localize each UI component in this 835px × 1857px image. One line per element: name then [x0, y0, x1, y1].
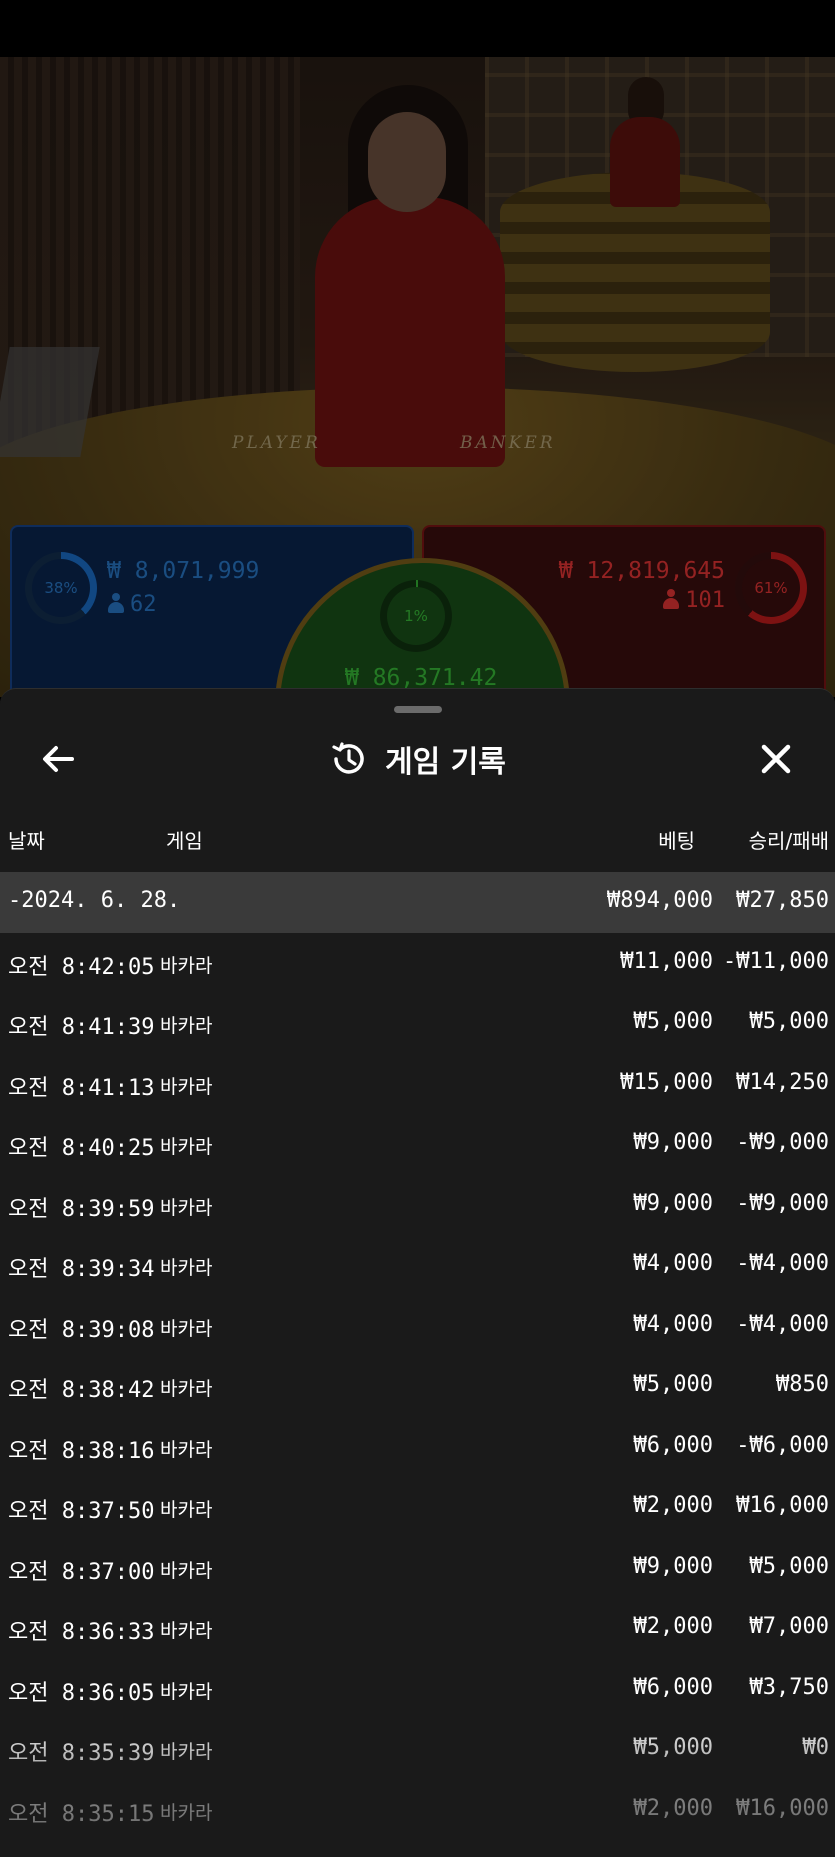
column-header-game: 게임	[166, 829, 203, 853]
row-game: 바카라	[160, 1620, 213, 1642]
row-result: ₩16,000	[736, 1795, 829, 1821]
row-time: 오전 8:39:34	[8, 1257, 155, 1282]
row-bet: ₩5,000	[633, 1009, 713, 1034]
summary-result: ₩27,850	[736, 888, 829, 913]
column-header-result: 승리/패배	[748, 829, 829, 853]
history-row[interactable]: 오전 8:39:59 바카라 ₩9,000 -₩9,000	[0, 1175, 835, 1236]
row-bet: ₩15,000	[620, 1069, 713, 1095]
row-time: 오전 8:37:50	[8, 1499, 155, 1524]
history-row[interactable]: 오전 8:35:15 바카라 ₩2,000 ₩16,000	[0, 1780, 835, 1841]
row-result: ₩5,000	[749, 1553, 829, 1579]
row-bet: ₩4,000	[633, 1311, 713, 1337]
row-game: 바카라	[160, 1257, 213, 1279]
row-time: 오전 8:39:59	[8, 1196, 155, 1222]
history-row[interactable]: 오전 8:36:05 바카라 ₩6,000 ₩3,750	[0, 1659, 835, 1720]
row-result: -₩4,000	[736, 1311, 829, 1337]
history-row[interactable]: 오전 8:39:08 바카라 ₩4,000 -₩4,000	[0, 1296, 835, 1357]
row-game: 바카라	[160, 1680, 213, 1703]
status-bar	[0, 0, 835, 57]
row-result: ₩0	[802, 1735, 830, 1760]
column-header-bet: 베팅	[658, 829, 695, 853]
history-row[interactable]: 오전 8:38:42 바카라 ₩5,000 ₩850	[0, 1356, 835, 1417]
row-bet: ₩11,000	[620, 948, 713, 974]
row-game: 바카라	[160, 1075, 213, 1098]
row-result: -₩11,000	[723, 948, 829, 974]
drag-handle[interactable]	[394, 706, 442, 713]
row-result: ₩7,000	[749, 1614, 829, 1639]
history-row[interactable]: 오전 8:41:39 바카라 ₩5,000 ₩5,000	[0, 993, 835, 1054]
history-row[interactable]: 오전 8:38:16 바카라 ₩6,000 -₩6,000	[0, 1417, 835, 1478]
row-time: 오전 8:38:42	[8, 1378, 155, 1403]
history-list: -2024. 6. 28. ₩894,000 ₩27,850 오전 8:42:0…	[0, 872, 835, 1840]
row-time: 오전 8:38:16	[8, 1438, 155, 1464]
row-game: 바카라	[160, 1136, 213, 1158]
row-result: ₩14,250	[736, 1069, 829, 1095]
row-bet: ₩6,000	[633, 1432, 713, 1458]
row-game: 바카라	[160, 1801, 213, 1824]
row-time: 오전 8:37:00	[8, 1559, 155, 1585]
row-bet: ₩5,000	[633, 1735, 713, 1760]
column-header-date: 날짜	[8, 829, 45, 853]
row-result: ₩850	[776, 1372, 829, 1397]
row-time: 오전 8:42:05	[8, 954, 155, 980]
row-bet: ₩6,000	[633, 1674, 713, 1700]
row-time: 오전 8:41:13	[8, 1075, 155, 1101]
row-result: -₩9,000	[736, 1130, 829, 1155]
history-clock-icon	[332, 742, 364, 774]
row-time: 오전 8:36:05	[8, 1680, 155, 1706]
close-icon	[761, 744, 791, 774]
history-row[interactable]: 오전 8:41:13 바카라 ₩15,000 ₩14,250	[0, 1054, 835, 1115]
row-time: 오전 8:41:39	[8, 1015, 155, 1040]
row-time: 오전 8:35:15	[8, 1801, 155, 1827]
row-time: 오전 8:36:33	[8, 1620, 155, 1645]
row-bet: ₩5,000	[633, 1372, 713, 1397]
row-result: -₩9,000	[736, 1190, 829, 1216]
row-game: 바카라	[160, 1438, 213, 1461]
sheet-title: 게임 기록	[0, 733, 835, 785]
row-bet: ₩2,000	[633, 1493, 713, 1518]
row-result: -₩6,000	[736, 1432, 829, 1458]
history-row[interactable]: 오전 8:42:05 바카라 ₩11,000 -₩11,000	[0, 933, 835, 994]
row-time: 오전 8:35:39	[8, 1741, 155, 1766]
row-result: -₩4,000	[736, 1251, 829, 1276]
row-game: 바카라	[160, 1741, 213, 1763]
row-bet: ₩2,000	[633, 1795, 713, 1821]
date-summary-row[interactable]: -2024. 6. 28. ₩894,000 ₩27,850	[0, 872, 835, 933]
row-game: 바카라	[160, 1196, 213, 1219]
row-game: 바카라	[160, 1499, 213, 1521]
history-row[interactable]: 오전 8:35:39 바카라 ₩5,000 ₩0	[0, 1719, 835, 1780]
close-button[interactable]	[752, 735, 800, 783]
summary-date: -2024. 6. 28.	[8, 888, 181, 913]
row-game: 바카라	[160, 1317, 213, 1340]
row-result: ₩16,000	[736, 1493, 829, 1518]
history-row[interactable]: 오전 8:37:50 바카라 ₩2,000 ₩16,000	[0, 1477, 835, 1538]
row-game: 바카라	[160, 1559, 213, 1582]
summary-bet: ₩894,000	[607, 888, 713, 913]
row-time: 오전 8:39:08	[8, 1317, 155, 1343]
row-bet: ₩9,000	[633, 1553, 713, 1579]
game-history-sheet: 게임 기록 날짜 게임 베팅 승리/패배 -2024. 6. 28. ₩894,…	[0, 688, 835, 1857]
history-row[interactable]: 오전 8:36:33 바카라 ₩2,000 ₩7,000	[0, 1598, 835, 1659]
history-row[interactable]: 오전 8:37:00 바카라 ₩9,000 ₩5,000	[0, 1538, 835, 1599]
row-bet: ₩9,000	[633, 1130, 713, 1155]
row-result: ₩3,750	[749, 1674, 829, 1700]
row-bet: ₩2,000	[633, 1614, 713, 1639]
sheet-title-text: 게임 기록	[385, 745, 506, 780]
row-game: 바카라	[160, 1015, 213, 1037]
row-game: 바카라	[160, 1378, 213, 1400]
row-game: 바카라	[160, 954, 213, 977]
row-bet: ₩9,000	[633, 1190, 713, 1216]
row-bet: ₩4,000	[633, 1251, 713, 1276]
history-row[interactable]: 오전 8:39:34 바카라 ₩4,000 -₩4,000	[0, 1235, 835, 1296]
row-result: ₩5,000	[749, 1009, 829, 1034]
history-row[interactable]: 오전 8:40:25 바카라 ₩9,000 -₩9,000	[0, 1114, 835, 1175]
row-time: 오전 8:40:25	[8, 1136, 155, 1161]
